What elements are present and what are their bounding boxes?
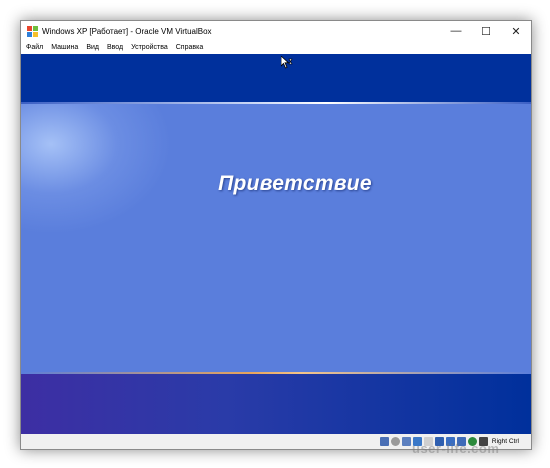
close-button[interactable]: ✕ xyxy=(501,21,531,41)
optical-drive-icon[interactable] xyxy=(390,437,400,446)
hard-disk-icon[interactable] xyxy=(379,437,389,446)
busy-cursor-icon xyxy=(281,56,293,69)
menu-machine[interactable]: Машина xyxy=(47,44,82,51)
menu-input[interactable]: Ввод xyxy=(103,44,127,51)
maximize-button[interactable]: ☐ xyxy=(471,21,501,41)
virtualbox-window: Windows XP [Работает] - Oracle VM Virtua… xyxy=(20,20,532,450)
menu-help[interactable]: Справка xyxy=(172,44,207,51)
guest-display[interactable]: Приветствие xyxy=(21,54,531,434)
xp-welcome-panel xyxy=(21,104,531,372)
windows-logo-icon xyxy=(27,25,38,37)
window-title: Windows XP [Работает] - Oracle VM Virtua… xyxy=(42,26,212,36)
menu-file[interactable]: Файл xyxy=(21,44,47,51)
menu-devices[interactable]: Устройства xyxy=(127,44,172,51)
xp-top-band xyxy=(21,54,531,102)
menu-view[interactable]: Вид xyxy=(82,44,103,51)
menu-bar: Файл Машина Вид Ввод Устройства Справка xyxy=(21,41,531,54)
minimize-button[interactable]: — xyxy=(441,21,471,41)
window-controls: — ☐ ✕ xyxy=(441,21,531,41)
welcome-heading: Приветствие xyxy=(218,172,372,195)
xp-bottom-band xyxy=(21,374,531,434)
watermark: user-life.com xyxy=(412,441,500,456)
audio-icon[interactable] xyxy=(401,437,411,446)
title-bar[interactable]: Windows XP [Работает] - Oracle VM Virtua… xyxy=(21,21,531,41)
